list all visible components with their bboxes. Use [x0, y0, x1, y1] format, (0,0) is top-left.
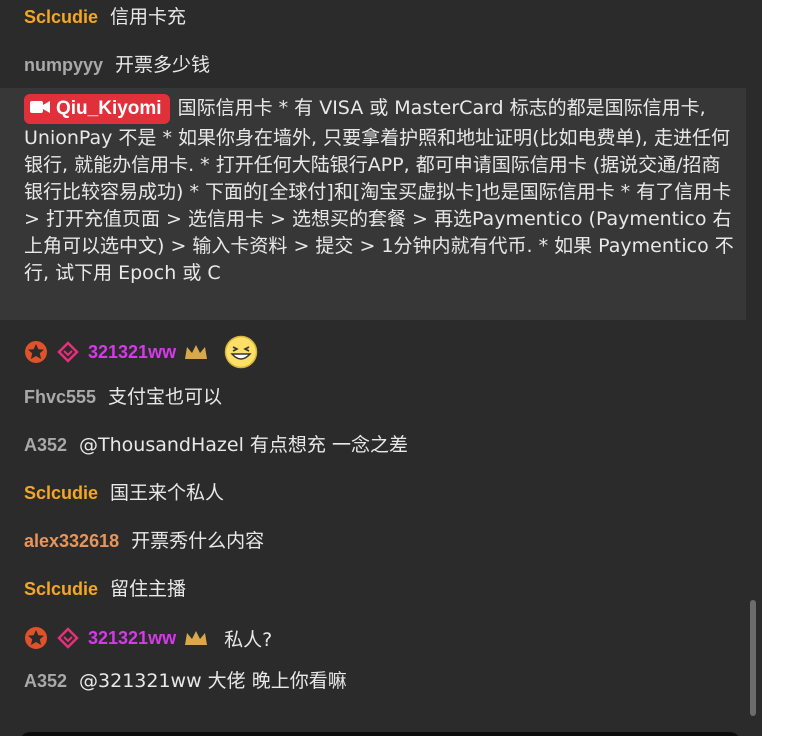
- scrollbar[interactable]: [746, 0, 760, 716]
- scrollbar-thumb[interactable]: [750, 600, 756, 716]
- chat-message: Sclcudie 留住主播: [24, 576, 738, 603]
- chat-message: alex332618 开票秀什么内容: [24, 528, 738, 555]
- chat-message: Sclcudie 国王来个私人: [24, 480, 738, 507]
- message-text: 国王来个私人: [110, 482, 225, 504]
- diamond-badge-icon: [57, 627, 79, 649]
- username[interactable]: A352: [24, 435, 67, 455]
- chat-message: A352 @ThousandHazel 有点想充 一念之差: [24, 432, 738, 459]
- laughing-emoji-icon: [224, 335, 258, 369]
- message-text: 国际信用卡 * 有 VISA 或 MasterCard 标志的都是国际信用卡, …: [24, 97, 734, 284]
- streamer-badge[interactable]: Qiu_Kiyomi: [24, 94, 170, 124]
- message-text: 开票秀什么内容: [131, 530, 265, 552]
- chat-message: numpyyy 开票多少钱: [24, 52, 738, 79]
- page-background-right: [762, 0, 793, 736]
- crown-icon: [185, 631, 208, 645]
- message-text: 私人?: [224, 628, 273, 651]
- username[interactable]: numpyyy: [24, 55, 103, 75]
- username[interactable]: Sclcudie: [24, 579, 98, 599]
- message-text: 支付宝也可以: [108, 386, 223, 408]
- username[interactable]: Sclcudie: [24, 483, 98, 503]
- message-text: 留住主播: [110, 578, 187, 600]
- message-text: 开票多少钱: [115, 54, 211, 76]
- chat-message: Sclcudie 信用卡充: [24, 4, 738, 31]
- username[interactable]: Sclcudie: [24, 7, 98, 27]
- star-badge-icon: [25, 341, 47, 363]
- username[interactable]: A352: [24, 671, 67, 691]
- chat-message: A352 @321321ww 大佬 晚上你看嘛: [24, 668, 738, 695]
- diamond-badge-icon: [57, 341, 79, 363]
- chat-message: Fhvc555 支付宝也可以: [24, 384, 738, 411]
- camera-icon: [30, 100, 50, 113]
- username[interactable]: Fhvc555: [24, 387, 96, 407]
- username[interactable]: 321321ww: [88, 628, 176, 649]
- crown-icon: [185, 345, 208, 359]
- vip-message: 321321ww: [24, 335, 258, 369]
- message-text: @321321ww 大佬 晚上你看嘛: [79, 670, 347, 692]
- star-badge-icon: [25, 627, 47, 649]
- chat-panel: Sclcudie 信用卡充 numpyyy 开票多少钱 Qiu_Kiyomi 国际信用…: [0, 0, 762, 736]
- username[interactable]: 321321ww: [88, 342, 176, 363]
- message-text: 信用卡充: [110, 6, 187, 28]
- vip-message: 321321ww 私人?: [24, 623, 272, 653]
- username[interactable]: alex332618: [24, 531, 119, 551]
- chat-input[interactable]: [20, 732, 740, 736]
- streamer-name: Qiu_Kiyomi: [56, 98, 162, 119]
- highlighted-message: Qiu_Kiyomi 国际信用卡 * 有 VISA 或 MasterCard 标志…: [24, 94, 736, 287]
- message-text: @ThousandHazel 有点想充 一念之差: [79, 434, 408, 456]
